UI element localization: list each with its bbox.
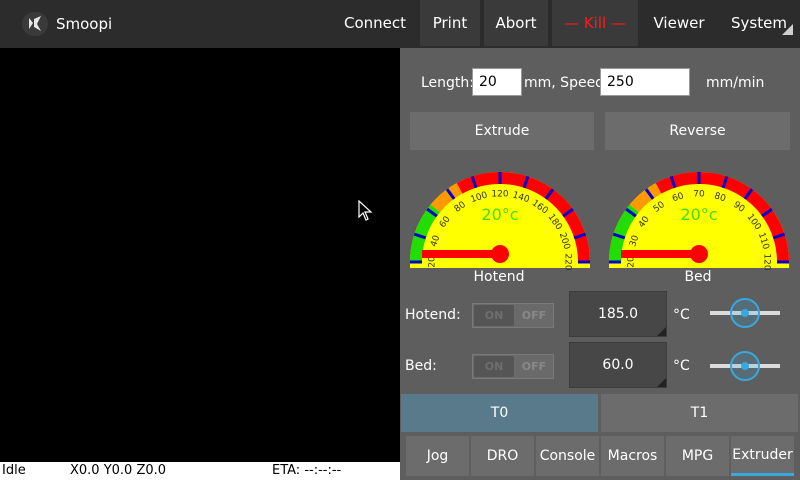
eta-readout: ETA: --:--:--	[272, 463, 342, 478]
hotend-slider[interactable]	[710, 298, 780, 328]
bed-setpoint-value: 60.0	[602, 357, 634, 373]
app-title: Smoopi	[56, 15, 113, 33]
switch-off-label: OFF	[521, 360, 547, 373]
gauge-tick-label: 120	[491, 190, 508, 200]
viewer-canvas[interactable]	[0, 48, 400, 462]
slider-knob[interactable]	[730, 351, 760, 381]
gauge-hub	[491, 245, 509, 263]
switch-on-label: ON	[474, 305, 514, 326]
bed-unit: °C	[673, 358, 690, 374]
gauge-tick-label: 220	[563, 253, 573, 270]
hotend-gauge: 20406080100 120 14016018020022020°c	[410, 172, 590, 270]
slider-knob[interactable]	[730, 298, 760, 328]
speed-label: mm, Speed:	[524, 75, 609, 91]
system-button[interactable]: System	[722, 0, 796, 46]
hotend-heater-label: Hotend:	[405, 307, 461, 323]
tool-t1-button[interactable]: T1	[601, 394, 798, 432]
switch-off-label: OFF	[521, 309, 547, 322]
hotend-gauge-label: Hotend	[473, 269, 525, 285]
hotend-on-off-switch[interactable]: ON OFF	[472, 303, 554, 328]
kivy-logo-icon	[22, 12, 48, 36]
gauge-hub	[690, 245, 708, 263]
speed-units: mm/min	[706, 75, 765, 91]
tab-console[interactable]: Console	[536, 436, 599, 476]
bed-on-off-switch[interactable]: ON OFF	[472, 354, 554, 379]
tool-t0-button[interactable]: T0	[401, 394, 598, 432]
tab-macros[interactable]: Macros	[601, 436, 664, 476]
extrude-button[interactable]: Extrude	[410, 112, 594, 150]
bed-slider[interactable]	[710, 351, 780, 381]
dropdown-corner-icon	[657, 378, 666, 387]
abort-button[interactable]: Abort	[484, 0, 548, 46]
gauge-reading: 20°c	[481, 205, 518, 224]
hotend-setpoint-value: 185.0	[597, 306, 639, 322]
bed-gauge: 2030405060 70 809010011012020°c	[609, 172, 789, 270]
length-label: Length:	[421, 75, 475, 91]
viewer-button[interactable]: Viewer	[642, 0, 716, 46]
connect-button[interactable]: Connect	[333, 0, 417, 46]
dropdown-corner-icon	[657, 327, 666, 336]
tab-extruder[interactable]: Extruder	[731, 436, 794, 476]
speed-input[interactable]: 250	[600, 68, 690, 96]
bed-heater-label: Bed:	[405, 358, 437, 374]
switch-on-label: ON	[474, 356, 514, 377]
bed-gauge-label: Bed	[684, 269, 712, 285]
kill-button[interactable]: — Kill —	[552, 0, 638, 46]
hotend-unit: °C	[673, 307, 690, 323]
dropdown-corner-icon	[782, 24, 793, 35]
tab-dro[interactable]: DRO	[471, 436, 534, 476]
top-bar: Smoopi Connect Print Abort — Kill — View…	[0, 0, 800, 48]
gauge-tick-label: 70	[693, 190, 705, 200]
length-input[interactable]: 20	[472, 68, 522, 96]
mouse-cursor-icon	[358, 200, 373, 221]
bed-setpoint-input[interactable]: 60.0	[569, 342, 667, 388]
reverse-button[interactable]: Reverse	[605, 112, 790, 150]
gauge-reading: 20°c	[680, 205, 717, 224]
print-button[interactable]: Print	[420, 0, 480, 46]
position-readout: X0.0 Y0.0 Z0.0	[70, 463, 167, 478]
system-label: System	[731, 14, 787, 32]
tab-mpg[interactable]: MPG	[666, 436, 729, 476]
kill-label: Kill	[583, 14, 607, 32]
machine-state: Idle	[2, 463, 26, 478]
gauge-tick-label: 120	[762, 253, 772, 270]
tab-jog[interactable]: Jog	[406, 436, 469, 476]
hotend-setpoint-input[interactable]: 185.0	[569, 291, 667, 337]
status-bar: Idle X0.0 Y0.0 Z0.0 ETA: --:--:--	[0, 462, 400, 480]
